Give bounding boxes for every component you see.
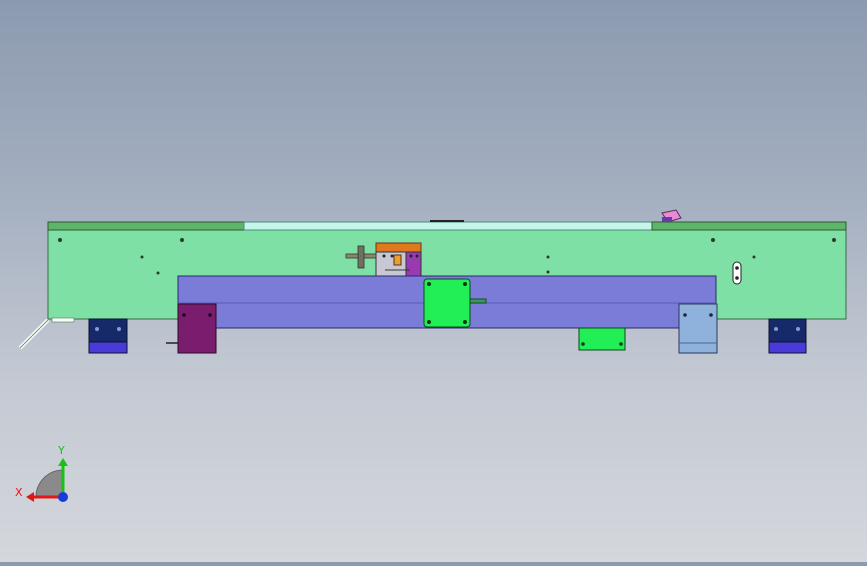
orange-bracket[interactable] xyxy=(375,242,422,253)
cad-viewport[interactable] xyxy=(0,0,867,562)
motor-shaft xyxy=(469,298,487,304)
sensor-mount-purple xyxy=(405,251,422,277)
y-axis-label: Y xyxy=(57,444,65,457)
slot-bracket[interactable] xyxy=(732,261,742,285)
pink-part-base xyxy=(662,217,672,222)
left-plate xyxy=(51,317,75,323)
model-view[interactable] xyxy=(0,0,867,562)
right-end-block[interactable] xyxy=(678,303,718,354)
clamp-post xyxy=(357,245,365,269)
glass-strip xyxy=(243,221,653,231)
x-axis-label: X xyxy=(15,486,23,499)
motor[interactable] xyxy=(423,278,471,328)
orientation-triad[interactable]: X Y xyxy=(0,430,90,520)
triad-quadrant xyxy=(35,469,64,498)
top-rail-right xyxy=(651,221,847,231)
z-axis-dot xyxy=(58,492,68,502)
foot-left[interactable] xyxy=(88,318,128,354)
foot-right[interactable] xyxy=(768,318,807,354)
top-rail-left xyxy=(47,221,245,231)
diagonal-rod-edge xyxy=(19,319,49,349)
left-end-block[interactable] xyxy=(177,303,217,354)
sensor-body[interactable] xyxy=(393,254,402,266)
lower-green-bracket[interactable] xyxy=(578,327,626,351)
